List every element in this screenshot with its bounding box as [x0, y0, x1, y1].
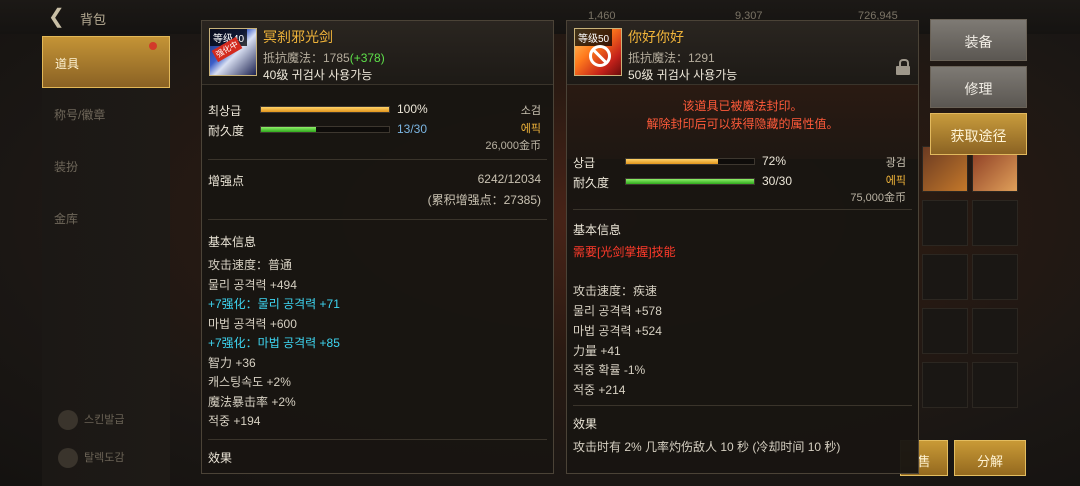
- grade-value: 100%: [397, 102, 428, 116]
- notification-dot: [149, 42, 157, 50]
- lock-icon[interactable]: [896, 59, 910, 75]
- seal-line: 解除封印后可以获得隐藏的属性值。: [646, 117, 839, 131]
- divider: [208, 439, 547, 440]
- seal-line: 该道具已被魔法封印。: [682, 99, 803, 113]
- tooltip-header: 等级40 强化中 冥刹邪光剑 抵抗魔法：1785(+378) 40级 귀검사 사…: [202, 21, 553, 85]
- stat-line: 적중 +194: [208, 414, 261, 428]
- stat-line: 攻击速度：普通: [208, 258, 293, 272]
- page-title: 背包: [80, 12, 107, 27]
- durability-bar-fill: [626, 179, 754, 184]
- lightsaber-icon: 等级50: [574, 28, 622, 76]
- stat-line: 力量 +41: [573, 344, 621, 358]
- back-arrow-icon[interactable]: ❮: [48, 6, 72, 28]
- inventory-slot[interactable]: [922, 200, 968, 246]
- section-title-effect: 效果: [573, 417, 598, 431]
- divider: [573, 405, 912, 406]
- magic-resist: 抵抗魔法：1785(+378): [263, 51, 385, 65]
- stat-line-enhance: +7强化：물리 공격력 +71: [208, 297, 340, 311]
- level-badge: 等级50: [575, 29, 613, 46]
- divider: [208, 219, 547, 220]
- durability-bar: [260, 126, 390, 133]
- stat-line: 적중 확률 -1%: [573, 363, 646, 377]
- book-icon: [58, 448, 78, 468]
- sidebar-footer-item[interactable]: 탈렉도감: [58, 448, 124, 468]
- durability-bar: [625, 178, 755, 185]
- item-requirement: 50级 귀검사 사용가능: [628, 68, 738, 82]
- divider: [573, 209, 912, 210]
- inventory-slot[interactable]: [922, 362, 968, 408]
- section-title-effect: 效果: [208, 451, 233, 465]
- sidebar-item-avatar[interactable]: 装扮: [42, 140, 170, 192]
- section-title-basic-info: 基本信息: [573, 223, 622, 237]
- durability-row: 耐久度 13/30: [208, 122, 428, 138]
- sidebar-item-vault[interactable]: 金库: [42, 192, 170, 244]
- stat-line-enhance: +7强化：마법 공격력 +85: [208, 336, 340, 350]
- inventory-slot[interactable]: [922, 254, 968, 300]
- item-price: 75,000金币: [850, 192, 906, 204]
- stat-line: 攻击速度：疾速: [573, 284, 658, 298]
- item-rarity: 에픽: [520, 123, 541, 135]
- sealed-icon: [589, 45, 611, 67]
- section-title-basic-info: 基本信息: [208, 235, 257, 249]
- effect-text: 攻击时有 2% 几率灼伤敌人 10 秒 (冷却时间 10 秒): [573, 440, 841, 454]
- grade-bar-fill: [626, 159, 719, 164]
- stat-line: 물리 공격력 +494: [208, 278, 297, 292]
- durability-value: 13/30: [397, 122, 428, 136]
- grade-row: 상급 72%: [573, 154, 787, 170]
- equip-button[interactable]: 装备: [930, 19, 1027, 61]
- stat-line: 캐스팅속도 +2%: [208, 375, 291, 389]
- item-type: 소검: [520, 105, 541, 117]
- tooltip-header: 等级50 你好你好 抵抗魔法：1291 50级 귀검사 사용가능: [567, 21, 918, 85]
- grade-bar: [625, 158, 755, 165]
- item-tooltip-equipped: 等级40 强化中 冥刹邪光剑 抵抗魔法：1785(+378) 40级 귀검사 사…: [201, 20, 554, 474]
- enhance-value: 6242/12034: [477, 172, 541, 186]
- stat-line: 魔法暴击率 +2%: [208, 395, 296, 409]
- repair-button[interactable]: 修理: [930, 66, 1027, 108]
- inventory-slot[interactable]: [972, 362, 1018, 408]
- inventory-slot[interactable]: [972, 200, 1018, 246]
- sidebar-item-titles[interactable]: 称号/徽章: [42, 88, 170, 140]
- item-requirement: 40级 귀검사 사용가능: [263, 68, 373, 82]
- obtain-source-button[interactable]: 获取途径: [930, 113, 1027, 155]
- stat-line: 마법 공격력 +524: [573, 324, 662, 338]
- durability-bar-fill: [261, 127, 317, 132]
- magic-resist: 抵抗魔法：1291: [628, 51, 715, 65]
- inventory-slot[interactable]: [922, 308, 968, 354]
- sword-icon: 等级40 强化中: [209, 28, 257, 76]
- item-tooltip-new: 等级50 你好你好 抵抗魔法：1291 50级 귀검사 사용가능 该道具已被魔法…: [566, 20, 919, 474]
- durability-row: 耐久度 30/30: [573, 174, 793, 190]
- skill-requirement: 需要[光剑掌握]技能: [573, 245, 676, 259]
- item-name: 你好你好: [628, 29, 684, 45]
- disassemble-button[interactable]: 分解: [954, 440, 1026, 476]
- resist-bonus: (+378): [349, 51, 385, 65]
- stat-line: 적중 +214: [573, 383, 626, 397]
- seal-notice: 该道具已被魔法封印。 解除封印后可以获得隐藏的属性值。: [567, 85, 918, 159]
- grade-value: 72%: [762, 154, 787, 168]
- item-price: 26,000金币: [485, 140, 541, 152]
- item-rarity: 에픽: [885, 175, 906, 187]
- grade-bar-fill: [261, 107, 389, 112]
- durability-value: 30/30: [762, 174, 793, 188]
- enhance-label: 增强点: [208, 174, 245, 188]
- divider: [208, 159, 547, 160]
- grade-bar: [260, 106, 390, 113]
- stat-line: 智力 +36: [208, 356, 256, 370]
- inventory-slot[interactable]: [972, 254, 1018, 300]
- stat-line: 마법 공격력 +600: [208, 317, 297, 331]
- item-name: 冥刹邪光剑: [263, 29, 333, 45]
- grade-row: 최상급 100%: [208, 102, 428, 118]
- enhance-total: (累积增强点：27385): [427, 193, 541, 207]
- item-type: 광검: [885, 157, 906, 169]
- skin-icon: [58, 410, 78, 430]
- inventory-slot[interactable]: [972, 308, 1018, 354]
- sidebar-footer-item[interactable]: 스킨발급: [58, 410, 124, 430]
- stat-line: 물리 공격력 +578: [573, 304, 662, 318]
